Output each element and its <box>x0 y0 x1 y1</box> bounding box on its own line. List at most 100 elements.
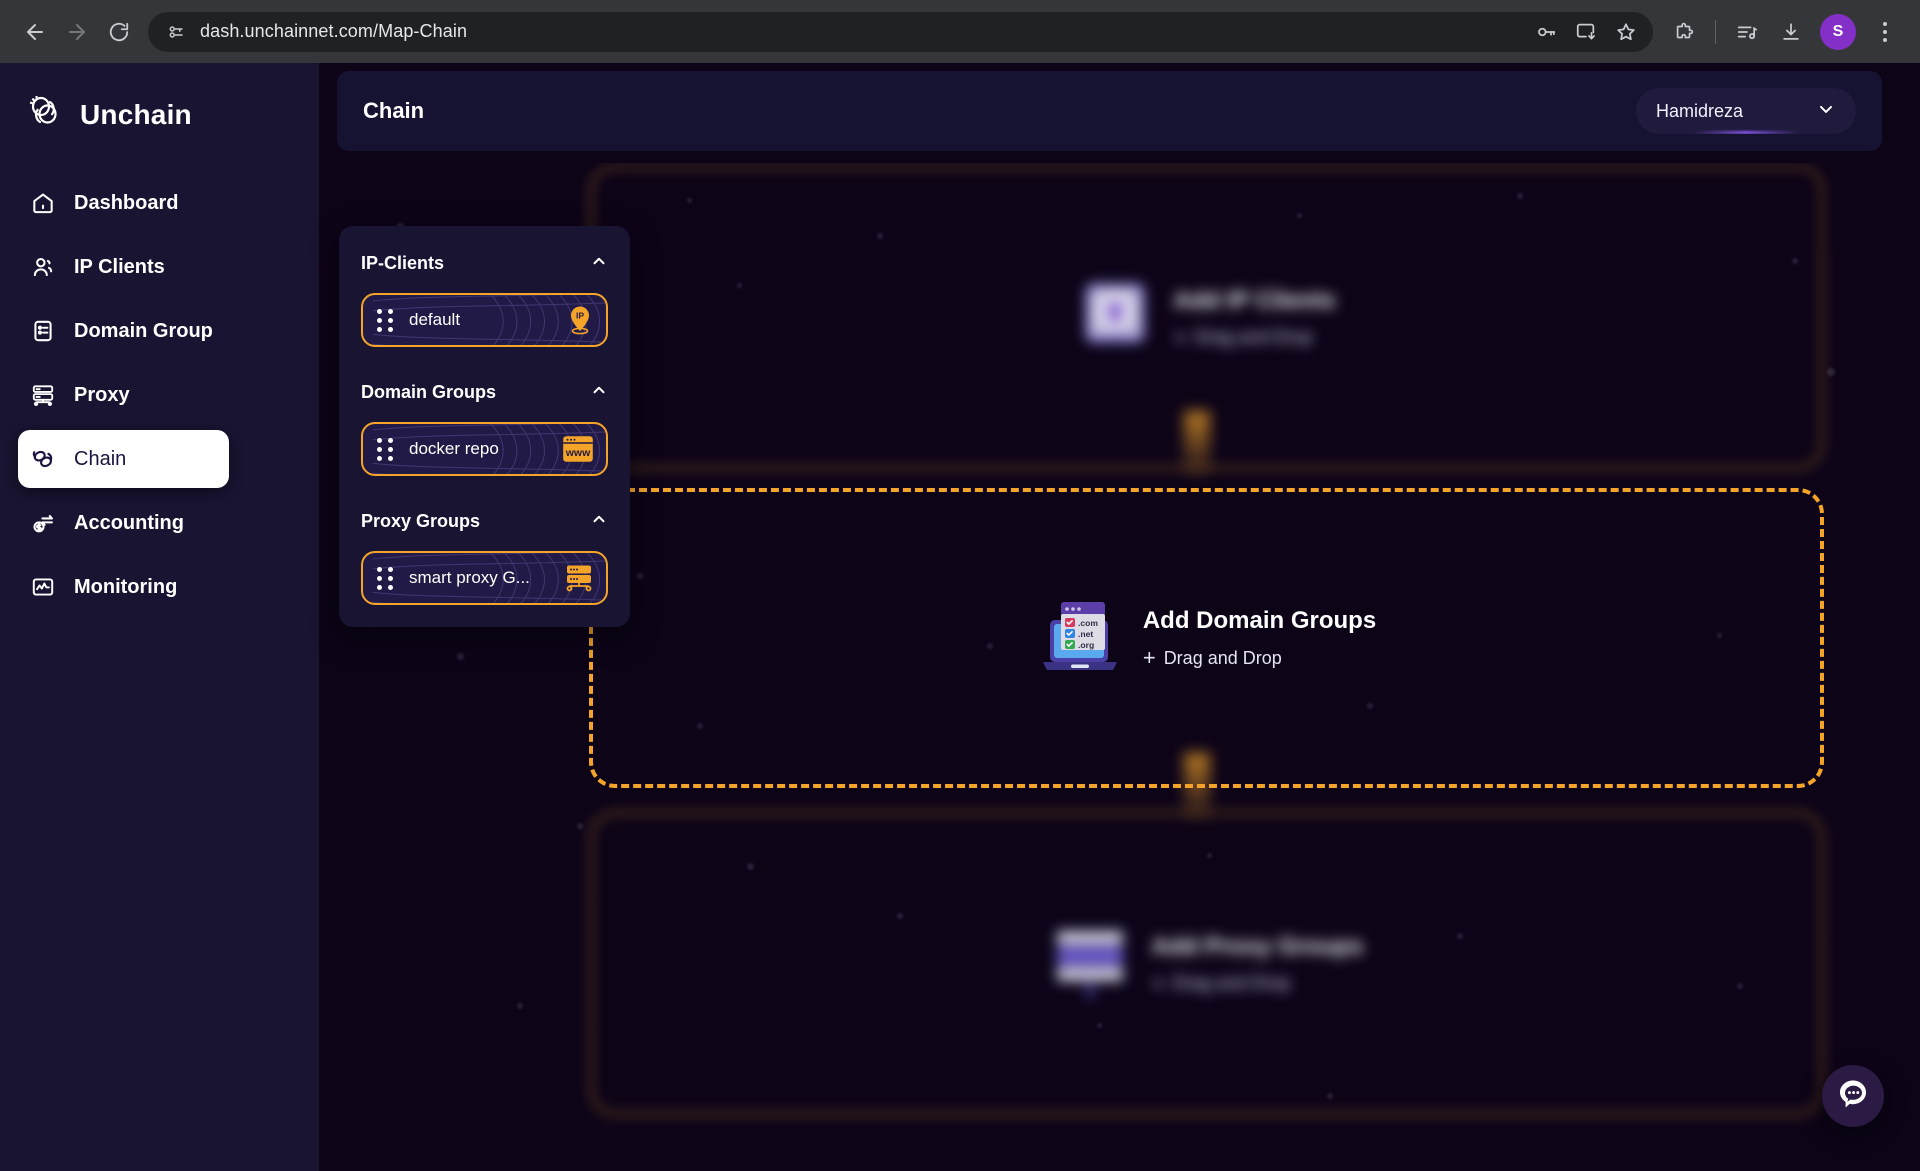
plus-icon: + <box>1173 327 1186 349</box>
svg-text:.com: .com <box>1078 618 1098 628</box>
domain-groups-illustration: .com .net .org <box>1037 596 1123 681</box>
proxy-groups-illustration <box>1049 923 1131 1004</box>
sidebar: Unchain Dashboard IP Clients Domain Grou <box>0 63 319 1171</box>
brand: Unchain <box>0 63 319 138</box>
panel-section-header-domain-groups[interactable]: Domain Groups <box>361 381 608 404</box>
svg-text:.net: .net <box>1078 629 1093 639</box>
ip-clients-illustration <box>1077 277 1153 358</box>
sidebar-item-label: Proxy <box>74 384 130 407</box>
url-text: dash.unchainnet.com/Map-Chain <box>200 21 467 42</box>
card-label: docker repo <box>409 439 499 459</box>
brand-name: Unchain <box>80 99 192 131</box>
drop-zone-content: Add Proxy Groups + Drag and Drop <box>1049 923 1363 1004</box>
profile-avatar[interactable]: S <box>1820 14 1856 50</box>
home-icon <box>28 188 58 218</box>
reload-button[interactable] <box>98 11 140 53</box>
drop-zone-title: Add Domain Groups <box>1143 607 1376 635</box>
money-exchange-icon <box>28 508 58 538</box>
svg-text:www: www <box>565 447 591 459</box>
sidebar-item-label: IP Clients <box>74 256 165 279</box>
groups-panel: IP-Clients default <box>339 226 630 627</box>
drop-zone-proxy-groups[interactable]: Add Proxy Groups + Drag and Drop <box>589 811 1824 1116</box>
sidebar-item-label: Monitoring <box>74 576 177 599</box>
app-root: Unchain Dashboard IP Clients Domain Grou <box>0 63 1920 1171</box>
panel-section-title: Proxy Groups <box>361 511 480 532</box>
sidebar-item-accounting[interactable]: Accounting <box>0 494 319 552</box>
extensions-puzzle-icon[interactable] <box>1663 11 1705 53</box>
sidebar-item-label: Domain Group <box>74 320 213 343</box>
chevron-up-icon[interactable] <box>590 252 608 275</box>
svg-text:.org: .org <box>1078 640 1094 650</box>
server-icon <box>28 380 58 410</box>
page-title: Chain <box>363 98 424 124</box>
document-list-icon <box>28 316 58 346</box>
page-header: Chain Hamidreza <box>337 71 1882 151</box>
address-bar[interactable]: dash.unchainnet.com/Map-Chain <box>148 12 1653 52</box>
sidebar-item-label: Chain <box>74 448 126 471</box>
chat-widget-button[interactable] <box>1822 1065 1884 1127</box>
panel-section-header-ip-clients[interactable]: IP-Clients <box>361 252 608 275</box>
drop-zone-subtitle: + Drag and Drop <box>1143 647 1376 669</box>
drop-zone-text: Add IP Clients + Drag and Drop <box>1173 287 1335 349</box>
drop-zone-subtitle-text: Drag and Drop <box>1172 973 1290 994</box>
drop-zone-subtitle: + Drag and Drop <box>1151 973 1363 995</box>
media-controls-icon[interactable] <box>1726 11 1768 53</box>
site-info-icon[interactable] <box>162 18 190 46</box>
draggable-card-default[interactable]: default IP <box>361 293 608 347</box>
toolbar-divider <box>1715 20 1716 44</box>
plus-icon: + <box>1143 647 1156 669</box>
card-label: smart proxy G... <box>409 568 530 588</box>
sidebar-item-monitoring[interactable]: Monitoring <box>0 558 319 616</box>
chevron-up-icon[interactable] <box>590 510 608 533</box>
user-name: Hamidreza <box>1656 101 1743 122</box>
card-label: default <box>409 310 460 330</box>
panel-section-title: IP-Clients <box>361 253 444 274</box>
chain-connector-top <box>1184 411 1210 481</box>
user-dropdown[interactable]: Hamidreza <box>1636 88 1856 134</box>
back-button[interactable] <box>14 11 56 53</box>
draggable-card-docker-repo[interactable]: docker repo www <box>361 422 608 476</box>
sidebar-item-dashboard[interactable]: Dashboard <box>0 174 319 232</box>
drop-zone-text: Add Proxy Groups + Drag and Drop <box>1151 933 1363 995</box>
sidebar-nav: Dashboard IP Clients Domain Group Proxy <box>0 174 319 616</box>
drop-zone-content: .com .net .org Add Domain Groups + Drag … <box>1037 596 1376 681</box>
sidebar-item-ip-clients[interactable]: IP Clients <box>0 238 319 296</box>
proxy-server-icon <box>564 563 594 593</box>
sidebar-item-domain-group[interactable]: Domain Group <box>0 302 319 360</box>
sidebar-item-proxy[interactable]: Proxy <box>0 366 319 424</box>
chat-bubble-icon <box>1836 1077 1870 1116</box>
browser-toolbar: dash.unchainnet.com/Map-Chain S <box>0 0 1920 63</box>
downloads-icon[interactable] <box>1770 11 1812 53</box>
ip-pin-icon: IP <box>566 305 594 335</box>
browser-menu-icon[interactable] <box>1864 11 1906 53</box>
panel-section-title: Domain Groups <box>361 382 496 403</box>
drop-zone-domain-groups[interactable]: .com .net .org Add Domain Groups + Drag … <box>589 488 1824 788</box>
panel-section-header-proxy-groups[interactable]: Proxy Groups <box>361 510 608 533</box>
browser-actions: S <box>1663 11 1906 53</box>
chart-monitor-icon <box>28 572 58 602</box>
unchain-logo-icon <box>24 91 66 138</box>
users-icon <box>28 252 58 282</box>
drop-zone-subtitle-text: Drag and Drop <box>1164 648 1282 669</box>
drag-handle-icon[interactable] <box>377 567 393 590</box>
plus-icon: + <box>1151 973 1164 995</box>
password-key-icon[interactable] <box>1527 13 1565 51</box>
drag-handle-icon[interactable] <box>377 438 393 461</box>
bookmark-star-icon[interactable] <box>1607 13 1645 51</box>
draggable-card-smart-proxy[interactable]: smart proxy G... <box>361 551 608 605</box>
sidebar-item-label: Accounting <box>74 512 184 535</box>
chevron-down-icon <box>1816 99 1836 124</box>
drag-handle-icon[interactable] <box>377 309 393 332</box>
drop-zone-content: Add IP Clients + Drag and Drop <box>1077 277 1335 358</box>
install-app-icon[interactable] <box>1567 13 1605 51</box>
drop-zone-subtitle-text: Drag and Drop <box>1194 327 1312 348</box>
drop-zone-text: Add Domain Groups + Drag and Drop <box>1143 607 1376 669</box>
chevron-up-icon[interactable] <box>590 381 608 404</box>
sidebar-item-chain[interactable]: Chain <box>18 430 229 488</box>
forward-button[interactable] <box>56 11 98 53</box>
sidebar-item-label: Dashboard <box>74 192 178 215</box>
drop-zone-title: Add Proxy Groups <box>1151 933 1363 961</box>
drop-zone-subtitle: + Drag and Drop <box>1173 327 1335 349</box>
drop-zone-title: Add IP Clients <box>1173 287 1335 315</box>
svg-text:IP: IP <box>576 311 584 321</box>
